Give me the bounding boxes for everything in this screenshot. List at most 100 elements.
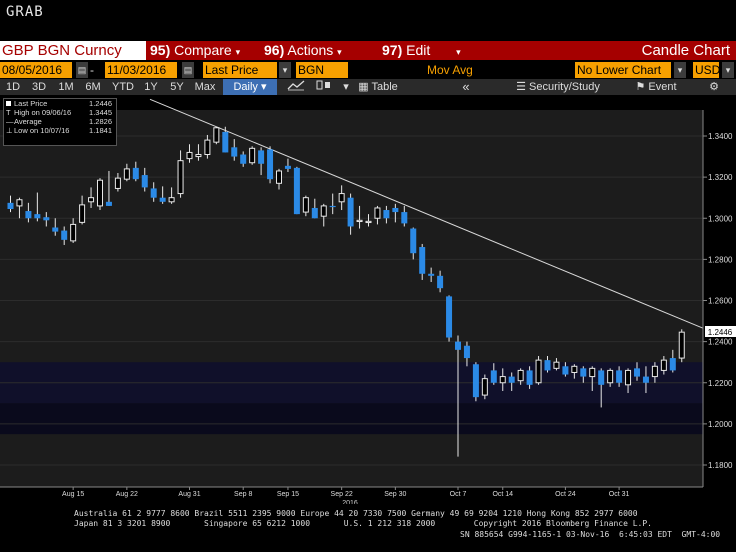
end-date-field[interactable]: 11/03/2016 xyxy=(105,62,177,78)
period-1d[interactable]: 1D xyxy=(2,79,24,95)
table-button[interactable]: ▦ Table xyxy=(356,79,400,95)
lower-chart-select[interactable]: No Lower Chart xyxy=(575,62,671,78)
candle-up xyxy=(320,205,327,217)
y-tick-label: 1.3400 xyxy=(708,132,733,141)
candle-down xyxy=(61,230,68,240)
calendar-icon[interactable]: ▤ xyxy=(182,62,194,78)
y-tick-label: 1.2000 xyxy=(708,420,733,429)
candle-up xyxy=(499,376,506,384)
candle-down xyxy=(25,211,32,219)
year-label: 2016 xyxy=(342,500,358,504)
chevron-down-icon[interactable]: ▾ xyxy=(674,62,686,78)
period-6m[interactable]: 6M xyxy=(82,79,104,95)
frequency-select[interactable]: Daily ▾ xyxy=(223,79,277,95)
calendar-icon[interactable]: ▤ xyxy=(76,62,88,78)
compare-button[interactable]: 95) Compare ▾ xyxy=(150,41,240,60)
candle-down xyxy=(34,214,41,219)
period-ytd[interactable]: YTD xyxy=(109,79,137,95)
actions-button[interactable]: 96) Actions ▾ xyxy=(264,41,342,60)
candle-up xyxy=(571,365,578,373)
legend-average-label: Average xyxy=(14,117,42,126)
candle-up xyxy=(168,197,175,203)
candle-down xyxy=(526,370,533,385)
price-field-select[interactable]: Last Price xyxy=(203,62,277,78)
edit-dropdown-icon: ▾ xyxy=(456,47,461,57)
start-date-field[interactable]: 08/05/2016 xyxy=(0,62,72,78)
x-tick-label: Oct 7 xyxy=(450,491,467,498)
candle-down xyxy=(284,165,291,169)
candle-down xyxy=(383,210,390,219)
currency-field[interactable]: USD xyxy=(693,62,720,78)
candle-down xyxy=(669,358,676,371)
line-chart-icon[interactable] xyxy=(284,79,308,95)
candle-up xyxy=(535,359,542,384)
compare-label: Compare xyxy=(174,42,232,58)
actions-dropdown-icon: ▾ xyxy=(337,47,342,57)
mov-avg-label[interactable]: Mov Avg xyxy=(427,62,473,78)
candle-down xyxy=(562,366,569,375)
high-icon: T xyxy=(6,108,11,117)
compare-dropdown-icon: ▾ xyxy=(235,47,241,57)
period-5y[interactable]: 5Y xyxy=(166,79,188,95)
x-tick-label: Sep 22 xyxy=(331,491,353,498)
candle-down xyxy=(43,217,50,221)
candle-down xyxy=(598,370,605,385)
chevron-down-icon[interactable]: ▾ xyxy=(279,62,291,78)
candle-up xyxy=(16,199,23,207)
y-tick-label: 1.2800 xyxy=(708,255,733,264)
x-tick-label: Sep 8 xyxy=(234,491,252,498)
candle-up xyxy=(79,204,86,223)
chevron-down-icon[interactable]: ▾ xyxy=(340,79,352,95)
compare-number: 95) xyxy=(150,42,171,58)
source-field[interactable]: BGN xyxy=(296,62,348,78)
legend-high-value: 1.3445 xyxy=(89,108,112,117)
footer-contacts-2: Japan 81 3 3201 8900 Singapore 65 6212 1… xyxy=(74,519,652,528)
candle-up xyxy=(553,361,560,369)
candle-down xyxy=(240,154,247,164)
candle-up xyxy=(195,154,202,158)
security-study-icon: ☰ xyxy=(516,81,526,93)
candle-down xyxy=(490,370,497,383)
period-1m[interactable]: 1M xyxy=(55,79,77,95)
x-tick-label: Oct 24 xyxy=(555,491,576,498)
candle-up xyxy=(678,331,685,359)
candle-type-icon[interactable] xyxy=(312,79,336,95)
last-price-value: 1.2446 xyxy=(708,328,733,337)
event-button[interactable]: ⚑ Event xyxy=(626,79,686,95)
candle-down xyxy=(222,131,229,153)
candle-up xyxy=(374,207,381,219)
ticker-field[interactable]: GBP BGN Curncy xyxy=(0,41,146,60)
actions-number: 96) xyxy=(264,42,285,58)
candle-down xyxy=(392,207,399,213)
chevron-down-icon: ▾ xyxy=(260,81,267,93)
footer-serial: SN 885654 G994-1165-1 03-Nov-16 6:45:03 … xyxy=(460,530,721,539)
edit-button[interactable]: 97) Edit ▾ xyxy=(382,41,461,60)
chevron-down-icon[interactable]: ▾ xyxy=(722,62,734,78)
candle-up xyxy=(625,369,632,386)
legend: Last Price 1.2446 T High on 09/06/16 1.3… xyxy=(3,98,117,146)
candle-up xyxy=(276,170,282,184)
actions-label: Actions xyxy=(287,42,334,58)
candle-down xyxy=(311,207,318,219)
candle-down xyxy=(419,247,426,274)
legend-low: ⊥ Low on 10/07/16 1.1841 xyxy=(4,126,116,135)
candle-down xyxy=(231,147,238,157)
candle-up xyxy=(607,369,614,384)
period-3d[interactable]: 3D xyxy=(28,79,50,95)
security-study-button[interactable]: ☰ Security/Study xyxy=(508,79,608,95)
y-tick-label: 1.3000 xyxy=(708,214,733,223)
y-tick-label: 1.2400 xyxy=(708,338,733,347)
gear-icon[interactable]: ⚙ xyxy=(704,79,724,95)
collapse-left-icon[interactable]: « xyxy=(456,79,476,95)
candle-down xyxy=(580,368,587,377)
candle-down xyxy=(329,205,336,208)
candle-up xyxy=(660,359,667,371)
candle-up xyxy=(481,378,488,396)
security-study-label: Security/Study xyxy=(529,81,600,93)
legend-high-label: High on 09/06/16 xyxy=(14,108,72,117)
period-1y[interactable]: 1Y xyxy=(140,79,162,95)
legend-average: — Average 1.2826 xyxy=(4,117,116,126)
period-max[interactable]: Max xyxy=(192,79,218,95)
candle-down xyxy=(159,197,166,202)
x-tick-label: Aug 31 xyxy=(178,491,200,498)
